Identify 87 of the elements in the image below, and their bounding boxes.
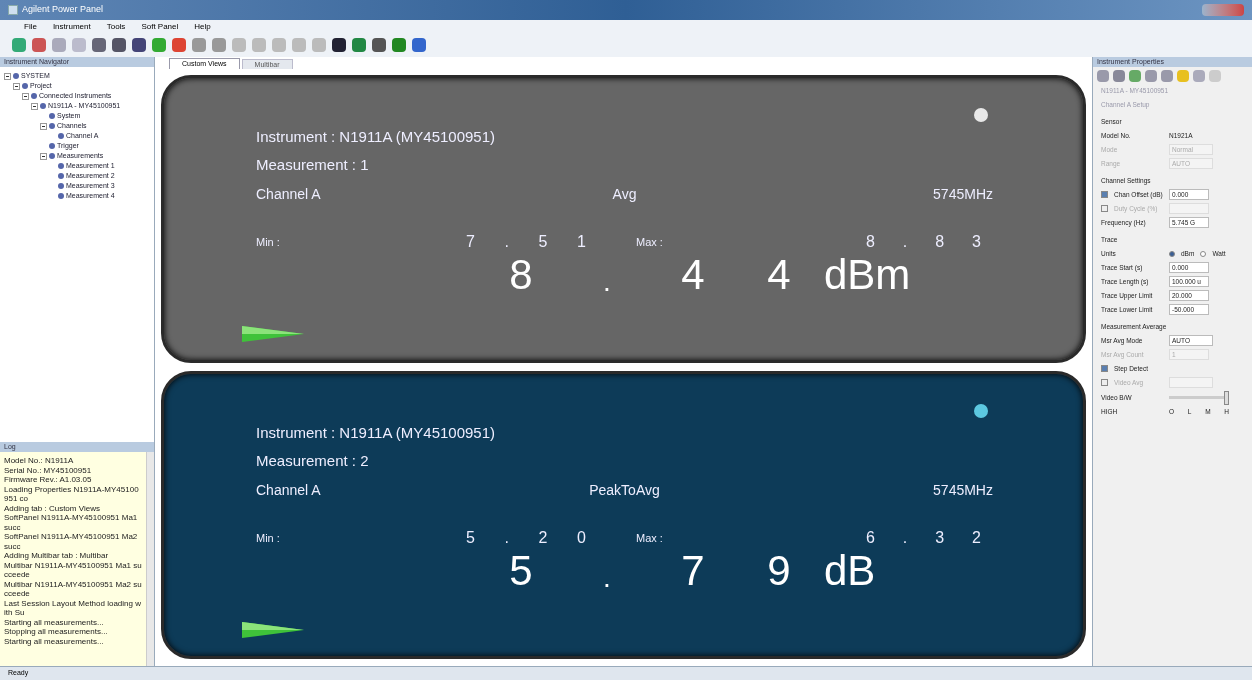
menu-item[interactable]: Tools bbox=[106, 20, 126, 33]
node-icon bbox=[49, 113, 55, 119]
node-icon bbox=[13, 73, 19, 79]
frequency-label: 5745MHz bbox=[932, 481, 993, 500]
digit: 8 bbox=[866, 232, 875, 252]
expander-icon[interactable] bbox=[22, 92, 29, 100]
digit: 2 bbox=[538, 528, 548, 548]
reading-digit: 5 bbox=[508, 548, 534, 594]
menu-item[interactable]: Help bbox=[194, 20, 211, 33]
node-icon bbox=[58, 133, 64, 139]
node-icon bbox=[31, 93, 37, 99]
digit: . bbox=[902, 528, 908, 548]
menu-item[interactable]: Soft Panel bbox=[141, 20, 179, 33]
checkbox[interactable] bbox=[1101, 191, 1108, 198]
log-line: Last Session Layout Method loading with Su bbox=[4, 598, 142, 618]
channel-label: Channel A bbox=[256, 481, 322, 500]
log-line: Model No.: N1911A bbox=[4, 456, 75, 466]
log-line: Adding Multibar tab : Multibar bbox=[4, 551, 110, 561]
log-line: Stopping all measurements... bbox=[4, 627, 109, 637]
app-icon bbox=[8, 5, 18, 15]
node-icon bbox=[49, 143, 55, 149]
node-icon bbox=[49, 153, 55, 159]
digit: . bbox=[504, 232, 509, 252]
reading-digit: . bbox=[602, 265, 612, 299]
max-label: Max : bbox=[636, 530, 664, 546]
menu-item[interactable]: File bbox=[24, 20, 37, 33]
log-line: Firmware Rev.: A1.03.05 bbox=[4, 475, 93, 485]
log-line: SoftPanel N1911A-MY45100951 Ma2 succ bbox=[4, 532, 139, 551]
scrollbar[interactable] bbox=[146, 452, 154, 666]
digit: 0 bbox=[577, 528, 586, 548]
reading-digit: 4 bbox=[680, 252, 706, 298]
log-line: Adding tab : Custom Views bbox=[4, 503, 101, 513]
node-icon bbox=[40, 103, 46, 109]
expander-icon[interactable] bbox=[40, 122, 47, 130]
digit: 5 bbox=[466, 528, 475, 548]
mode-label: Avg bbox=[612, 185, 637, 204]
expander-icon[interactable] bbox=[31, 102, 38, 110]
digit: 8 bbox=[935, 232, 945, 252]
digit: . bbox=[504, 528, 509, 548]
expander-icon[interactable] bbox=[4, 72, 11, 80]
digit: 2 bbox=[972, 528, 981, 548]
min-label: Min : bbox=[256, 530, 281, 546]
node-icon bbox=[58, 163, 64, 169]
node-icon bbox=[58, 193, 64, 199]
node-icon bbox=[22, 83, 28, 89]
reading-digit: 8 bbox=[508, 252, 534, 298]
channel-label: Channel A bbox=[256, 185, 322, 204]
instrument-label: Instrument : N1911A (MY45100951) bbox=[256, 127, 497, 147]
digit: . bbox=[902, 232, 908, 252]
log-line: Multibar N1911A-MY45100951 Ma2 succeede bbox=[4, 579, 142, 599]
menu-item[interactable]: Instrument bbox=[52, 20, 91, 33]
digit: 1 bbox=[577, 232, 586, 252]
slider[interactable] bbox=[1169, 391, 1229, 405]
digit: 5 bbox=[538, 232, 548, 252]
log-line: Serial No.: MY45100951 bbox=[4, 465, 93, 475]
digit: 3 bbox=[935, 528, 945, 548]
log-line: Loading Properties N1911A-MY45100951 co bbox=[4, 484, 140, 504]
max-label: Max : bbox=[636, 234, 664, 250]
measurement-label: Measurement : 1 bbox=[256, 155, 370, 175]
mode-label: PeakToAvg bbox=[589, 481, 660, 500]
node-icon bbox=[49, 123, 55, 129]
slider-thumb[interactable] bbox=[1224, 391, 1229, 405]
log-line: Starting all measurements... bbox=[4, 636, 105, 646]
frequency-label: 5745MHz bbox=[932, 185, 993, 204]
expander-icon[interactable] bbox=[13, 82, 20, 90]
reading-digit: 4 bbox=[766, 252, 792, 298]
log-line: Starting all measurements... bbox=[4, 617, 105, 627]
unit-label: dBm bbox=[823, 252, 911, 298]
window-title: Agilent Power Panel bbox=[22, 3, 104, 17]
reading-digit: . bbox=[602, 561, 612, 595]
log-line: SoftPanel N1911A-MY45100951 Ma1 succ bbox=[4, 513, 139, 532]
unit-label: dB bbox=[823, 548, 876, 594]
expander-icon[interactable] bbox=[40, 152, 47, 160]
node-icon bbox=[58, 183, 64, 189]
min-label: Min : bbox=[256, 234, 281, 250]
digit: 6 bbox=[866, 528, 875, 548]
log-line: Multibar N1911A-MY45100951 Ma1 succeede bbox=[4, 560, 142, 580]
radio-button[interactable] bbox=[1169, 250, 1175, 257]
reading-digit: 7 bbox=[680, 548, 706, 594]
digit: 3 bbox=[972, 232, 981, 252]
digit: 7 bbox=[466, 232, 475, 252]
node-icon bbox=[58, 173, 64, 179]
measurement-label: Measurement : 2 bbox=[256, 451, 370, 471]
instrument-label: Instrument : N1911A (MY45100951) bbox=[256, 423, 497, 443]
reading-digit: 9 bbox=[766, 548, 792, 594]
checkbox[interactable] bbox=[1101, 365, 1108, 372]
radio-button[interactable] bbox=[1200, 250, 1207, 257]
